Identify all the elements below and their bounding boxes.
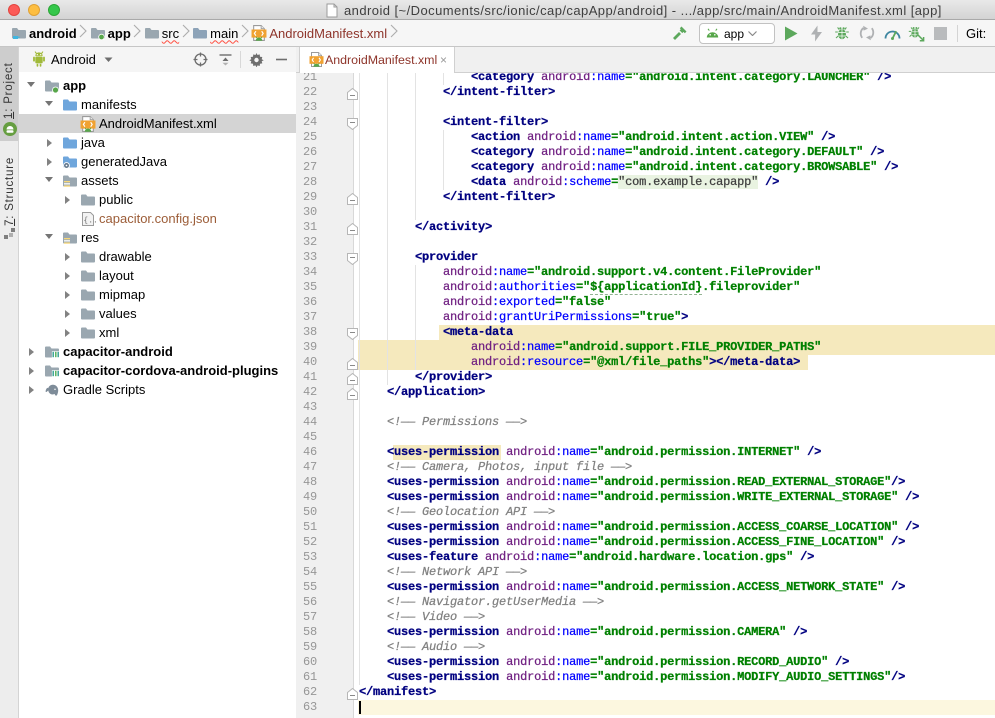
svg-text:{..}: {..} — [83, 215, 96, 224]
